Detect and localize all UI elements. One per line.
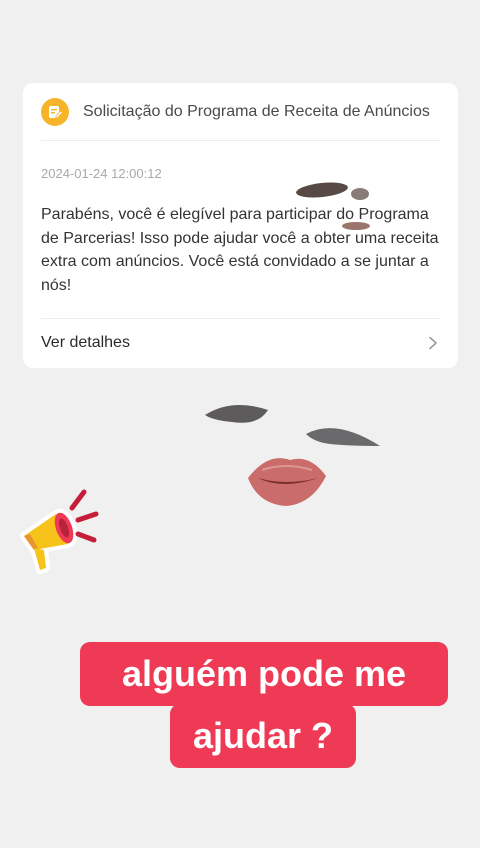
document-edit-icon bbox=[41, 98, 69, 126]
notification-message: Parabéns, você é elegível para participa… bbox=[41, 206, 439, 294]
notification-title: Solicitação do Programa de Receita de An… bbox=[83, 103, 430, 120]
caption-line-2: ajudar ? bbox=[170, 704, 356, 768]
header-divider bbox=[41, 140, 440, 141]
view-details-button[interactable]: Ver detalhes bbox=[41, 319, 440, 367]
notification-timestamp: 2024-01-24 12:00:12 bbox=[41, 166, 162, 181]
chevron-right-icon bbox=[426, 336, 440, 350]
megaphone-icon bbox=[20, 489, 99, 574]
notification-card[interactable]: Solicitação do Programa de Receita de An… bbox=[23, 83, 458, 368]
caption-line-1: alguém pode me bbox=[80, 642, 448, 706]
notification-header: Solicitação do Programa de Receita de An… bbox=[41, 97, 440, 127]
view-details-label: Ver detalhes bbox=[41, 334, 130, 351]
